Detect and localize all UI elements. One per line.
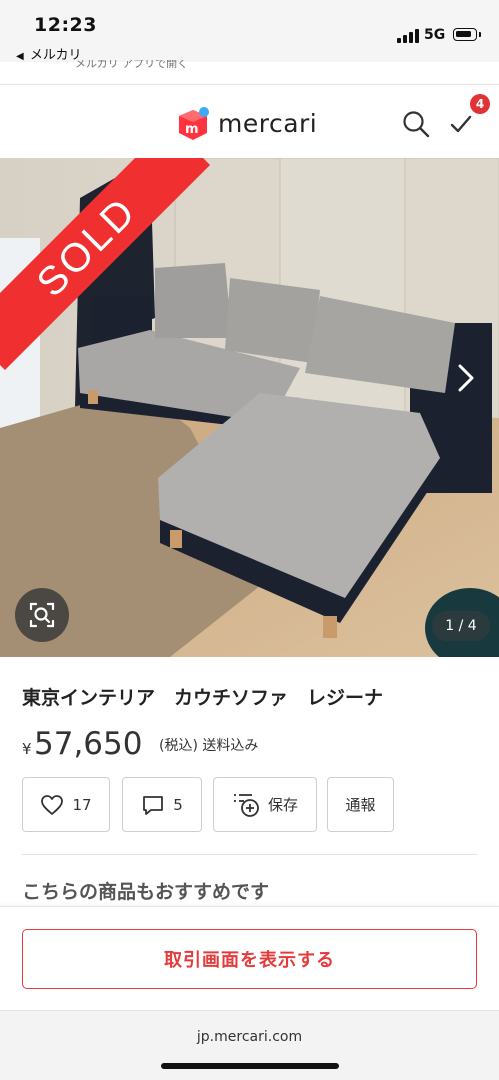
open-in-app-text[interactable]: メルカリ アプリで開く bbox=[75, 60, 188, 68]
chevron-right-icon[interactable] bbox=[448, 358, 482, 398]
heart-icon bbox=[41, 794, 64, 815]
search-icon[interactable] bbox=[401, 109, 431, 139]
svg-text:m: m bbox=[185, 122, 199, 137]
save-list-icon bbox=[233, 793, 259, 817]
mercari-logo[interactable]: m mercari bbox=[175, 103, 317, 143]
recommend-heading: こちらの商品もおすすめです bbox=[22, 881, 270, 903]
status-bar: 12:23 ◀ メルカリ 5G メルカリ アプリで開く bbox=[0, 0, 499, 68]
product-photo[interactable]: SOLD bbox=[0, 158, 499, 657]
item-price: 57,650 bbox=[34, 726, 143, 762]
network-type: 5G bbox=[424, 27, 446, 43]
like-count: 17 bbox=[72, 795, 92, 814]
mercari-logo-icon: m bbox=[175, 106, 211, 140]
clock: 12:23 bbox=[34, 14, 97, 36]
signal-icon bbox=[397, 29, 419, 43]
logo-wordmark: mercari bbox=[218, 108, 318, 138]
back-triangle-icon: ◀ bbox=[16, 51, 24, 62]
comment-button[interactable]: 5 bbox=[122, 777, 202, 832]
currency-symbol: ¥ bbox=[22, 740, 32, 758]
screen: 12:23 ◀ メルカリ 5G メルカリ アプリで開く m mercari 4 … bbox=[0, 0, 499, 1080]
view-transaction-button[interactable]: 取引画面を表示する bbox=[22, 929, 477, 989]
save-button[interactable]: 保存 bbox=[213, 777, 317, 832]
save-label: 保存 bbox=[267, 796, 298, 814]
browser-url-bar[interactable]: jp.mercari.com bbox=[0, 1010, 499, 1080]
section-divider bbox=[22, 854, 477, 855]
comment-icon bbox=[143, 795, 164, 815]
photo-counter: 1 / 4 bbox=[432, 611, 490, 641]
url-text: jp.mercari.com bbox=[196, 1029, 303, 1045]
battery-icon bbox=[453, 28, 481, 41]
report-button[interactable]: 通報 bbox=[327, 777, 394, 832]
image-search-icon[interactable] bbox=[15, 588, 69, 642]
app-header: m mercari bbox=[0, 84, 499, 159]
home-indicator[interactable] bbox=[161, 1063, 339, 1069]
like-button[interactable]: 17 bbox=[22, 777, 110, 832]
comment-count: 5 bbox=[173, 795, 183, 814]
tax-shipping-note: (税込) 送料込み bbox=[159, 738, 259, 754]
todo-badge: 4 bbox=[470, 94, 490, 114]
back-to-app-link[interactable]: ◀ メルカリ bbox=[16, 44, 81, 63]
back-app-label: メルカリ bbox=[29, 48, 82, 63]
item-title: 東京インテリア カウチソファ レジーナ bbox=[22, 687, 384, 709]
report-label: 通報 bbox=[345, 796, 376, 814]
